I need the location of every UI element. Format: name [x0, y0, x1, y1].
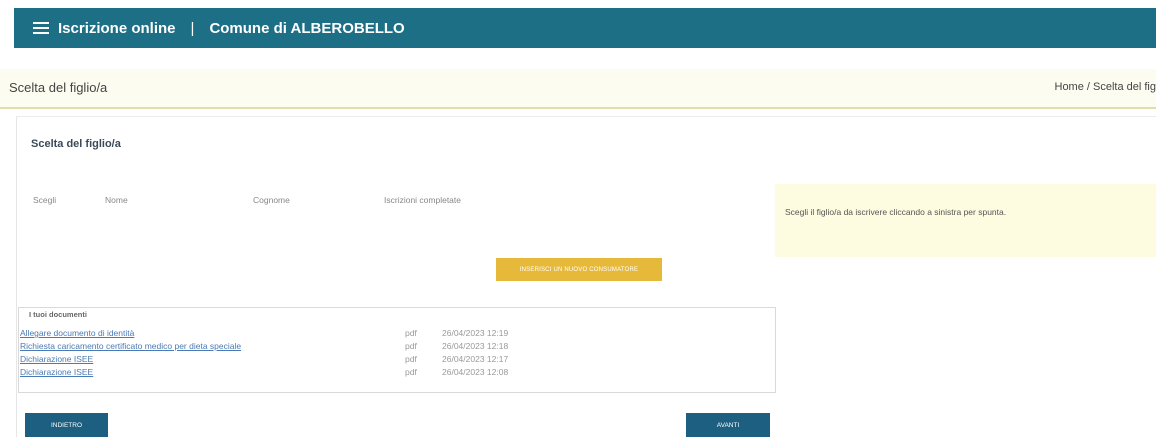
document-date: 26/04/2023 12:17 [442, 354, 508, 364]
column-header-name: Nome [105, 195, 128, 205]
list-item: Dichiarazione ISEE pdf 26/04/2023 12:08 [19, 367, 775, 378]
document-date: 26/04/2023 12:19 [442, 328, 508, 338]
document-type: pdf [405, 367, 417, 377]
back-button[interactable]: INDIETRO [25, 413, 108, 437]
list-item: Richiesta caricamento certificato medico… [19, 341, 775, 352]
document-link[interactable]: Dichiarazione ISEE [20, 354, 93, 364]
info-box: Scegli il figlio/a da iscrivere cliccand… [775, 184, 1156, 257]
document-link[interactable]: Dichiarazione ISEE [20, 367, 93, 377]
top-header-bar: Iscrizione online | Comune di ALBEROBELL… [14, 8, 1156, 48]
column-header-choose: Scegli [33, 195, 56, 205]
documents-title: I tuoi documenti [29, 310, 87, 319]
document-type: pdf [405, 354, 417, 364]
app-title: Iscrizione online [58, 20, 176, 37]
column-header-surname: Cognome [253, 195, 290, 205]
comune-name: Comune di ALBEROBELLO [209, 20, 404, 37]
child-selection-panel: Scelta del figlio/a Scegli Nome Cognome … [16, 116, 1156, 437]
list-item: Allegare documento di identità pdf 26/04… [19, 328, 775, 339]
document-date: 26/04/2023 12:08 [442, 367, 508, 377]
page-title: Scelta del figlio/a [9, 80, 107, 95]
documents-box: I tuoi documenti Allegare documento di i… [18, 307, 776, 393]
document-date: 26/04/2023 12:18 [442, 341, 508, 351]
document-type: pdf [405, 341, 417, 351]
document-type: pdf [405, 328, 417, 338]
hamburger-menu-icon[interactable] [33, 22, 49, 35]
add-consumer-button[interactable]: INSERISCI UN NUOVO CONSUMATORE [496, 258, 662, 281]
title-separator: | [191, 20, 195, 37]
info-text: Scegli il figlio/a da iscrivere cliccand… [785, 207, 1006, 217]
column-header-enrollments: Iscrizioni completate [384, 195, 461, 205]
panel-title: Scelta del figlio/a [31, 138, 121, 150]
document-link[interactable]: Allegare documento di identità [20, 328, 134, 338]
list-item: Dichiarazione ISEE pdf 26/04/2023 12:17 [19, 354, 775, 365]
breadcrumb[interactable]: Home / Scelta del fig [1055, 81, 1156, 93]
page-title-bar: Scelta del figlio/a Home / Scelta del fi… [0, 69, 1156, 109]
next-button[interactable]: AVANTI [686, 413, 770, 437]
document-link[interactable]: Richiesta caricamento certificato medico… [20, 341, 241, 351]
